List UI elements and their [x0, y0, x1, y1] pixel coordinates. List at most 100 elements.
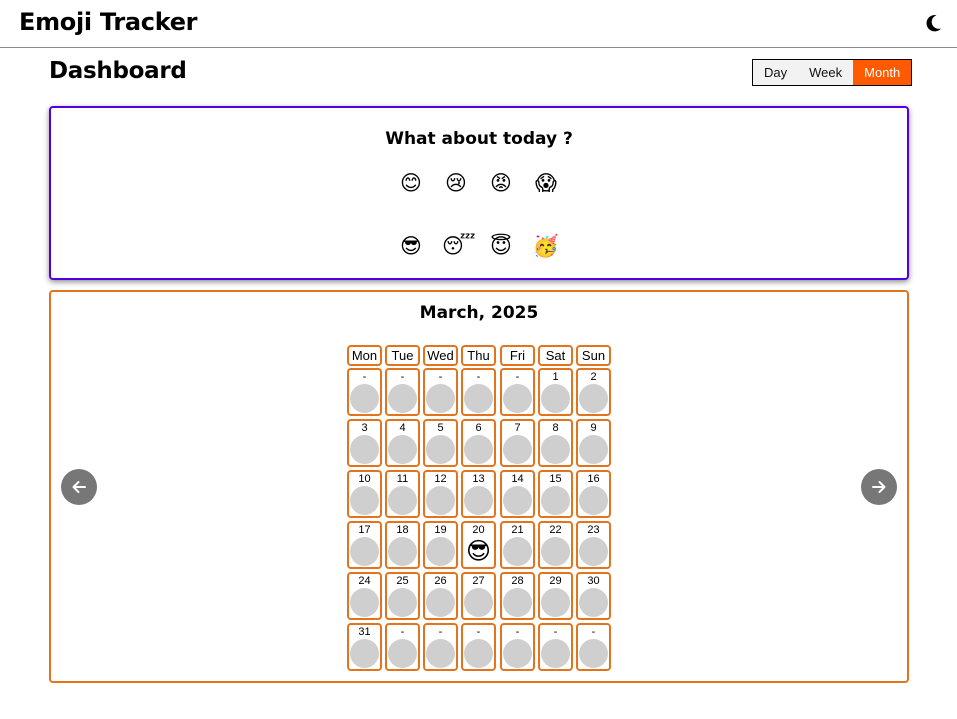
- day-cell-31[interactable]: 31: [347, 623, 382, 671]
- day-cell-15[interactable]: 15: [538, 470, 573, 518]
- day-cell-empty[interactable]: -: [500, 368, 535, 416]
- day-cell-26[interactable]: 26: [423, 572, 458, 620]
- range-day-button[interactable]: Day: [753, 60, 798, 85]
- day-cell-1[interactable]: 1: [538, 368, 573, 416]
- day-cell-21[interactable]: 21: [500, 521, 535, 569]
- day-cell-17[interactable]: 17: [347, 521, 382, 569]
- day-cell-empty[interactable]: -: [347, 368, 382, 416]
- weekday-header-thu: Thu: [461, 345, 496, 366]
- day-cell-11[interactable]: 11: [385, 470, 420, 518]
- day-cell-20[interactable]: 20 😎: [461, 521, 496, 569]
- day-cell-22[interactable]: 22: [538, 521, 573, 569]
- empty-mood-dot: [350, 588, 379, 617]
- day-cell-8[interactable]: 8: [538, 419, 573, 467]
- day-number: 4: [399, 422, 406, 434]
- day-cell-10[interactable]: 10: [347, 470, 382, 518]
- empty-mood-dot: [503, 588, 532, 617]
- day-number: 25: [396, 575, 409, 587]
- emoji-party-button[interactable]: 🥳: [532, 232, 560, 260]
- day-number: 22: [549, 524, 562, 536]
- day-number: -: [476, 626, 481, 638]
- day-cell-3[interactable]: 3: [347, 419, 382, 467]
- day-cell-empty[interactable]: -: [500, 623, 535, 671]
- day-number: 20: [472, 524, 485, 536]
- empty-mood-dot: [464, 486, 493, 515]
- day-cell-28[interactable]: 28: [500, 572, 535, 620]
- emoji-angel-button[interactable]: 😇: [487, 232, 515, 260]
- day-cell-25[interactable]: 25: [385, 572, 420, 620]
- day-number: -: [400, 626, 405, 638]
- day-cell-2[interactable]: 2: [576, 368, 611, 416]
- weekday-header-sat: Sat: [538, 345, 573, 366]
- emoji-scared-button[interactable]: 😱: [532, 169, 560, 197]
- empty-mood-dot: [503, 384, 532, 413]
- day-cell-13[interactable]: 13: [461, 470, 496, 518]
- calendar-card: March, 2025 Mon Tue Wed Thu Fri Sat Sun - - - - -1 2…: [49, 290, 909, 683]
- emoji-crying-button[interactable]: 😢: [442, 169, 470, 197]
- emoji-happy-button[interactable]: 😊: [397, 169, 425, 197]
- day-cell-12[interactable]: 12: [423, 470, 458, 518]
- empty-mood-dot: [350, 486, 379, 515]
- day-cell-6[interactable]: 6: [461, 419, 496, 467]
- day-number: 6: [475, 422, 482, 434]
- day-number: -: [553, 626, 558, 638]
- empty-mood-dot: [579, 537, 608, 566]
- day-number: -: [515, 371, 520, 383]
- day-cell-29[interactable]: 29: [538, 572, 573, 620]
- day-cell-30[interactable]: 30: [576, 572, 611, 620]
- empty-mood-dot: [579, 639, 608, 668]
- day-cell-4[interactable]: 4: [385, 419, 420, 467]
- top-bar: Emoji Tracker: [0, 0, 957, 48]
- day-number: 11: [396, 473, 409, 485]
- day-cell-empty[interactable]: -: [423, 623, 458, 671]
- day-number: -: [476, 371, 481, 383]
- next-month-button[interactable]: [861, 469, 897, 505]
- day-cell-5[interactable]: 5: [423, 419, 458, 467]
- day-cell-empty[interactable]: -: [423, 368, 458, 416]
- empty-mood-dot: [388, 639, 417, 668]
- day-number: 2: [590, 371, 597, 383]
- day-number: 8: [552, 422, 559, 434]
- weekday-header-tue: Tue: [385, 345, 420, 366]
- day-cell-empty[interactable]: -: [576, 623, 611, 671]
- day-number: -: [400, 371, 405, 383]
- day-cell-9[interactable]: 9: [576, 419, 611, 467]
- emoji-cool-button[interactable]: 😎: [397, 232, 425, 260]
- day-number: 19: [434, 524, 447, 536]
- weekday-header-fri: Fri: [500, 345, 535, 366]
- day-cell-empty[interactable]: -: [538, 623, 573, 671]
- day-cell-empty[interactable]: -: [461, 623, 496, 671]
- day-number: 29: [549, 575, 562, 587]
- moon-icon[interactable]: [922, 12, 944, 34]
- empty-mood-dot: [426, 537, 455, 566]
- day-cell-16[interactable]: 16: [576, 470, 611, 518]
- range-selector: Day Week Month: [752, 59, 913, 86]
- range-week-button[interactable]: Week: [798, 60, 853, 85]
- range-month-button[interactable]: Month: [853, 60, 912, 85]
- day-cell-14[interactable]: 14: [500, 470, 535, 518]
- empty-mood-dot: [388, 435, 417, 464]
- prev-month-button[interactable]: [61, 469, 97, 505]
- empty-mood-dot: [350, 537, 379, 566]
- empty-mood-dot: [541, 486, 570, 515]
- day-number: 13: [472, 473, 485, 485]
- weekday-header-sun: Sun: [576, 345, 611, 366]
- day-number: -: [438, 371, 443, 383]
- day-cell-23[interactable]: 23: [576, 521, 611, 569]
- emoji-sleepy-button[interactable]: 😴: [442, 232, 476, 260]
- day-cell-empty[interactable]: -: [385, 623, 420, 671]
- emoji-angry-button[interactable]: 😡: [487, 169, 515, 197]
- day-number: -: [515, 626, 520, 638]
- day-cell-empty[interactable]: -: [385, 368, 420, 416]
- empty-mood-dot: [464, 639, 493, 668]
- app-title: Emoji Tracker: [19, 8, 198, 36]
- day-cell-7[interactable]: 7: [500, 419, 535, 467]
- day-cell-18[interactable]: 18: [385, 521, 420, 569]
- day-cell-empty[interactable]: -: [461, 368, 496, 416]
- day-cell-27[interactable]: 27: [461, 572, 496, 620]
- empty-mood-dot: [541, 435, 570, 464]
- day-number: 10: [358, 473, 371, 485]
- day-cell-24[interactable]: 24: [347, 572, 382, 620]
- day-number: 9: [590, 422, 597, 434]
- day-cell-19[interactable]: 19: [423, 521, 458, 569]
